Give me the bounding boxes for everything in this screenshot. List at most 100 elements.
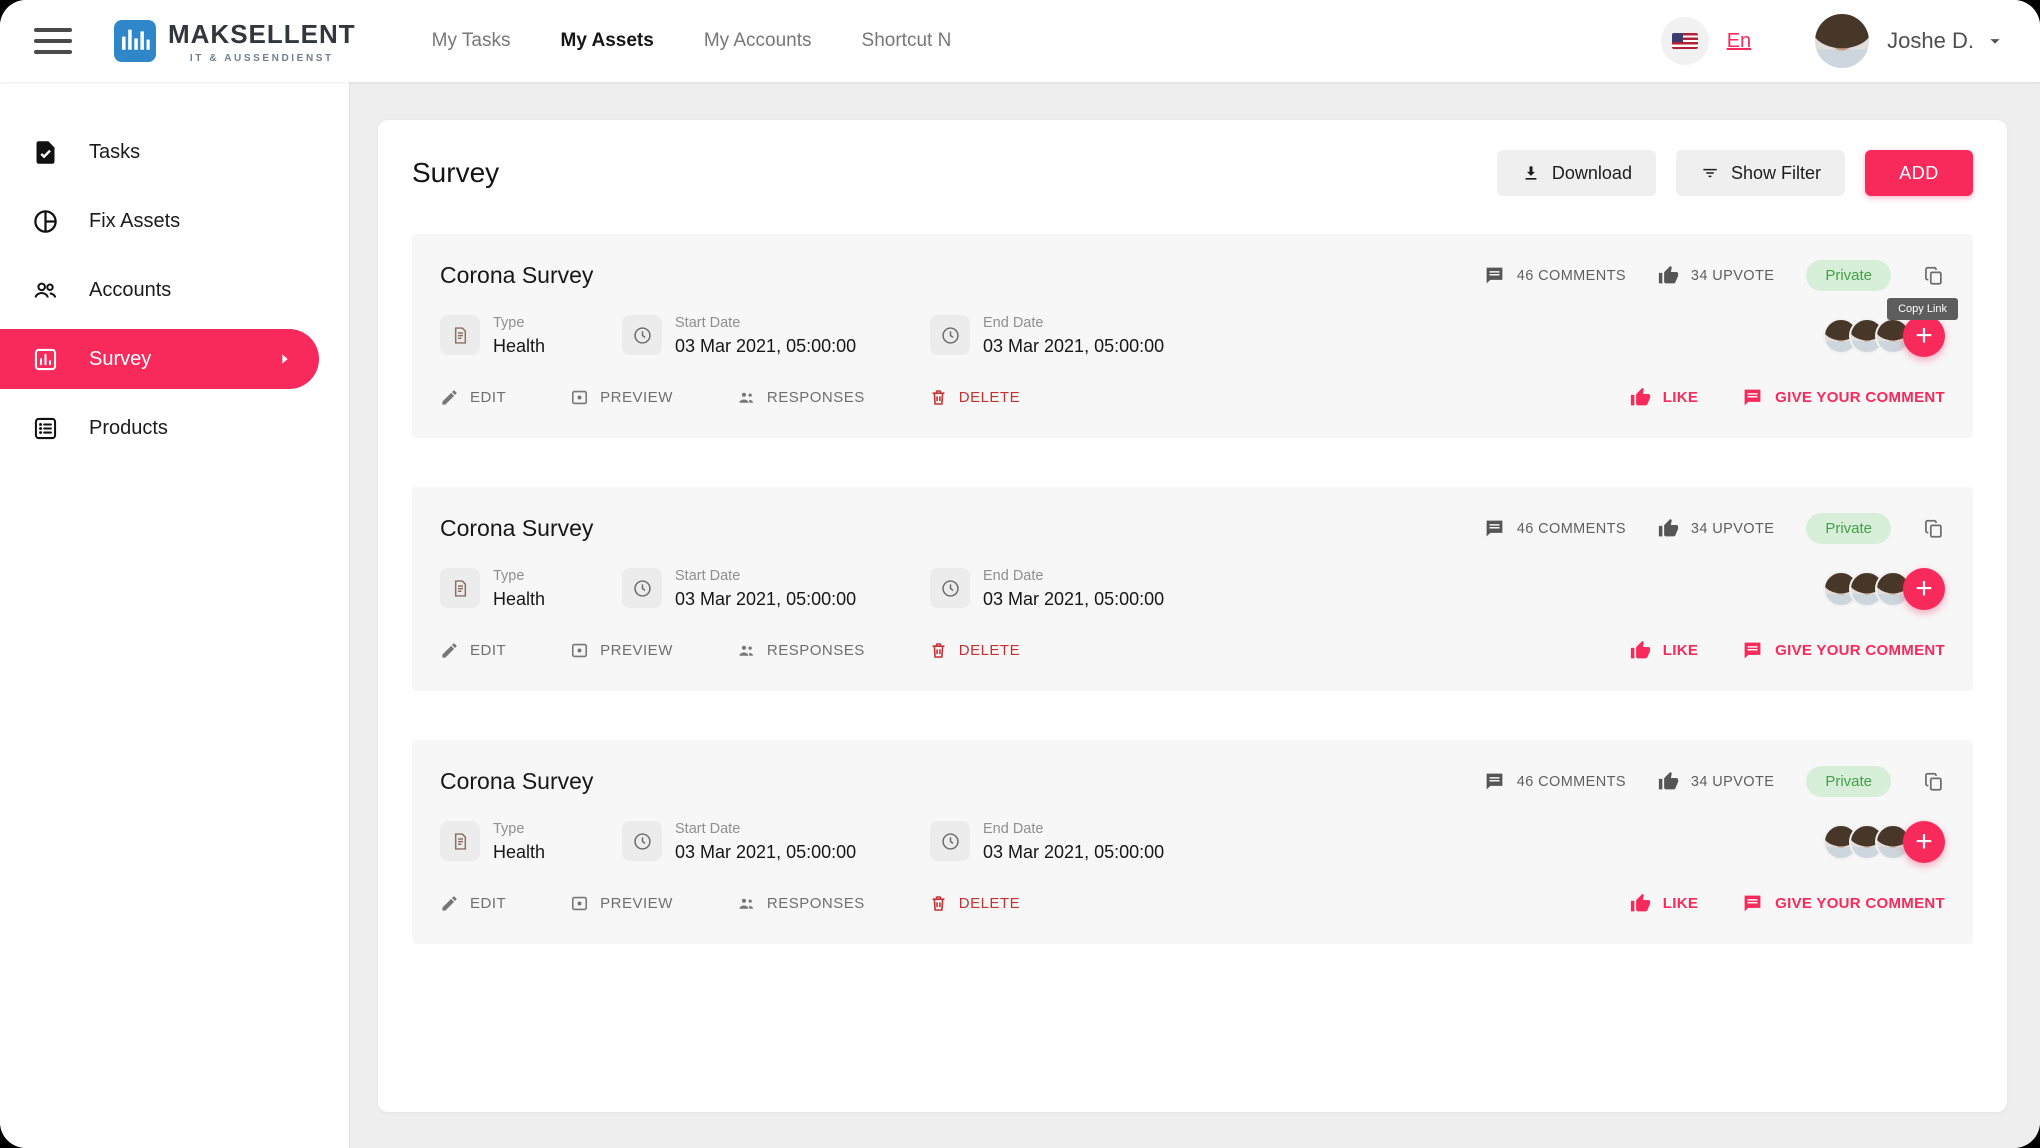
edit-button[interactable]: EDIT	[440, 641, 506, 660]
comments-stat[interactable]: 46 COMMENTS	[1484, 771, 1626, 792]
edit-button[interactable]: EDIT	[440, 894, 506, 913]
copy-link-button[interactable]: Copy Link	[1923, 265, 1945, 287]
upvote-stat[interactable]: 34 UPVOTE	[1658, 265, 1774, 286]
clock-icon	[632, 578, 653, 599]
survey-actions: EDIT PREVIEW RESPONSES DELETE	[440, 387, 1945, 408]
clock-icon	[940, 325, 961, 346]
thumb-up-icon	[1630, 387, 1651, 408]
chevron-down-icon[interactable]	[1984, 30, 2006, 52]
member-avatars: +	[1823, 568, 1945, 610]
comment-icon	[1742, 893, 1763, 914]
comments-stat[interactable]: 46 COMMENTS	[1484, 518, 1626, 539]
survey-card-header: Corona Survey 46 COMMENTS 34 UPVOTE Priv…	[440, 766, 1945, 797]
document-icon	[450, 325, 471, 346]
give-comment-button[interactable]: GIVE YOUR COMMENT	[1742, 893, 1945, 914]
people-icon	[737, 388, 756, 407]
add-button[interactable]: ADD	[1865, 150, 1973, 196]
like-button[interactable]: LIKE	[1630, 387, 1698, 408]
copy-link-button[interactable]	[1923, 518, 1945, 540]
like-button[interactable]: LIKE	[1630, 640, 1698, 661]
add-member-button[interactable]: +	[1903, 315, 1945, 357]
survey-card: Corona Survey 46 COMMENTS 34 UPVOTE Priv…	[412, 234, 1973, 438]
detail-value: 03 Mar 2021, 05:00:00	[675, 589, 856, 610]
like-button[interactable]: LIKE	[1630, 893, 1698, 914]
sidebar-item-survey[interactable]: Survey	[0, 329, 319, 389]
survey-stats: 46 COMMENTS 34 UPVOTE Private Copy Link	[1484, 260, 1945, 291]
detail-label: Start Date	[675, 315, 856, 331]
delete-button[interactable]: DELETE	[929, 388, 1020, 407]
responses-button[interactable]: RESPONSES	[737, 894, 865, 913]
show-filter-button[interactable]: Show Filter	[1676, 150, 1845, 196]
clock-icon	[940, 831, 961, 852]
app-window: MAKSELLENT IT & AUSSENDIENST My Tasks My…	[0, 0, 2040, 1148]
thumb-up-icon	[1658, 518, 1679, 539]
detail-type: Type Health	[440, 568, 622, 610]
detail-label: End Date	[983, 315, 1164, 331]
sidebar-item-label: Survey	[89, 348, 151, 371]
survey-details: Type Health Start Date 03 Mar 2021, 05:0…	[440, 568, 1945, 610]
detail-icon-box	[622, 568, 662, 608]
delete-button[interactable]: DELETE	[929, 641, 1020, 660]
sidebar-item-products[interactable]: Products	[0, 398, 349, 458]
add-member-button[interactable]: +	[1903, 821, 1945, 863]
survey-card: Corona Survey 46 COMMENTS 34 UPVOTE Priv…	[412, 487, 1973, 691]
detail-value: Health	[493, 336, 545, 357]
delete-button[interactable]: DELETE	[929, 894, 1020, 913]
survey-title: Corona Survey	[440, 768, 593, 795]
page-toolbar: Download Show Filter ADD	[1497, 150, 1973, 196]
survey-title: Corona Survey	[440, 262, 593, 289]
detail-label: Type	[493, 315, 545, 331]
tab-my-tasks[interactable]: My Tasks	[432, 30, 511, 52]
trash-icon	[929, 641, 948, 660]
detail-start-date: Start Date 03 Mar 2021, 05:00:00	[622, 568, 930, 610]
preview-button[interactable]: PREVIEW	[570, 894, 673, 913]
copy-icon	[1923, 518, 1945, 540]
tab-my-accounts[interactable]: My Accounts	[704, 30, 812, 52]
trash-icon	[929, 388, 948, 407]
copy-link-button[interactable]	[1923, 771, 1945, 793]
detail-value: 03 Mar 2021, 05:00:00	[675, 336, 856, 357]
detail-end-date: End Date 03 Mar 2021, 05:00:00	[930, 821, 1164, 863]
sidebar-item-tasks[interactable]: Tasks	[0, 122, 349, 182]
user-avatar[interactable]	[1815, 14, 1869, 68]
survey-stats: 46 COMMENTS 34 UPVOTE Private	[1484, 766, 1945, 797]
preview-button[interactable]: PREVIEW	[570, 641, 673, 660]
preview-icon	[570, 641, 589, 660]
give-comment-button[interactable]: GIVE YOUR COMMENT	[1742, 640, 1945, 661]
edit-button[interactable]: EDIT	[440, 388, 506, 407]
give-comment-button[interactable]: GIVE YOUR COMMENT	[1742, 387, 1945, 408]
brand-logo[interactable]: MAKSELLENT IT & AUSSENDIENST	[114, 19, 356, 64]
detail-icon-box	[930, 821, 970, 861]
detail-label: Type	[493, 568, 545, 584]
language-flag-button[interactable]	[1661, 17, 1709, 65]
detail-value: 03 Mar 2021, 05:00:00	[983, 842, 1164, 863]
list-icon	[32, 415, 59, 442]
thumb-up-icon	[1658, 771, 1679, 792]
hamburger-menu-icon[interactable]	[34, 28, 72, 54]
survey-footer: LIKE GIVE YOUR COMMENT	[1630, 640, 1945, 661]
survey-details: Type Health Start Date 03 Mar 2021, 05:0…	[440, 821, 1945, 863]
clock-icon	[632, 831, 653, 852]
sidebar: Tasks Fix Assets Accounts Survey	[0, 82, 350, 1148]
tab-shortcut-n[interactable]: Shortcut N	[862, 30, 952, 52]
visibility-badge: Private	[1806, 513, 1891, 544]
upvote-stat[interactable]: 34 UPVOTE	[1658, 771, 1774, 792]
upvote-stat[interactable]: 34 UPVOTE	[1658, 518, 1774, 539]
preview-button[interactable]: PREVIEW	[570, 388, 673, 407]
user-name[interactable]: Joshe D.	[1887, 28, 1974, 54]
detail-end-date: End Date 03 Mar 2021, 05:00:00	[930, 568, 1164, 610]
sidebar-item-accounts[interactable]: Accounts	[0, 260, 349, 320]
download-button[interactable]: Download	[1497, 150, 1656, 196]
people-icon	[737, 641, 756, 660]
visibility-badge: Private	[1806, 260, 1891, 291]
comments-stat[interactable]: 46 COMMENTS	[1484, 265, 1626, 286]
survey-title: Corona Survey	[440, 515, 593, 542]
main-area: Survey Download Show Filter	[350, 82, 2040, 1148]
responses-button[interactable]: RESPONSES	[737, 641, 865, 660]
add-member-button[interactable]: +	[1903, 568, 1945, 610]
tab-my-assets[interactable]: My Assets	[561, 30, 654, 52]
detail-icon-box	[930, 315, 970, 355]
responses-button[interactable]: RESPONSES	[737, 388, 865, 407]
sidebar-item-fix-assets[interactable]: Fix Assets	[0, 191, 349, 251]
language-switcher[interactable]: En	[1727, 30, 1751, 53]
